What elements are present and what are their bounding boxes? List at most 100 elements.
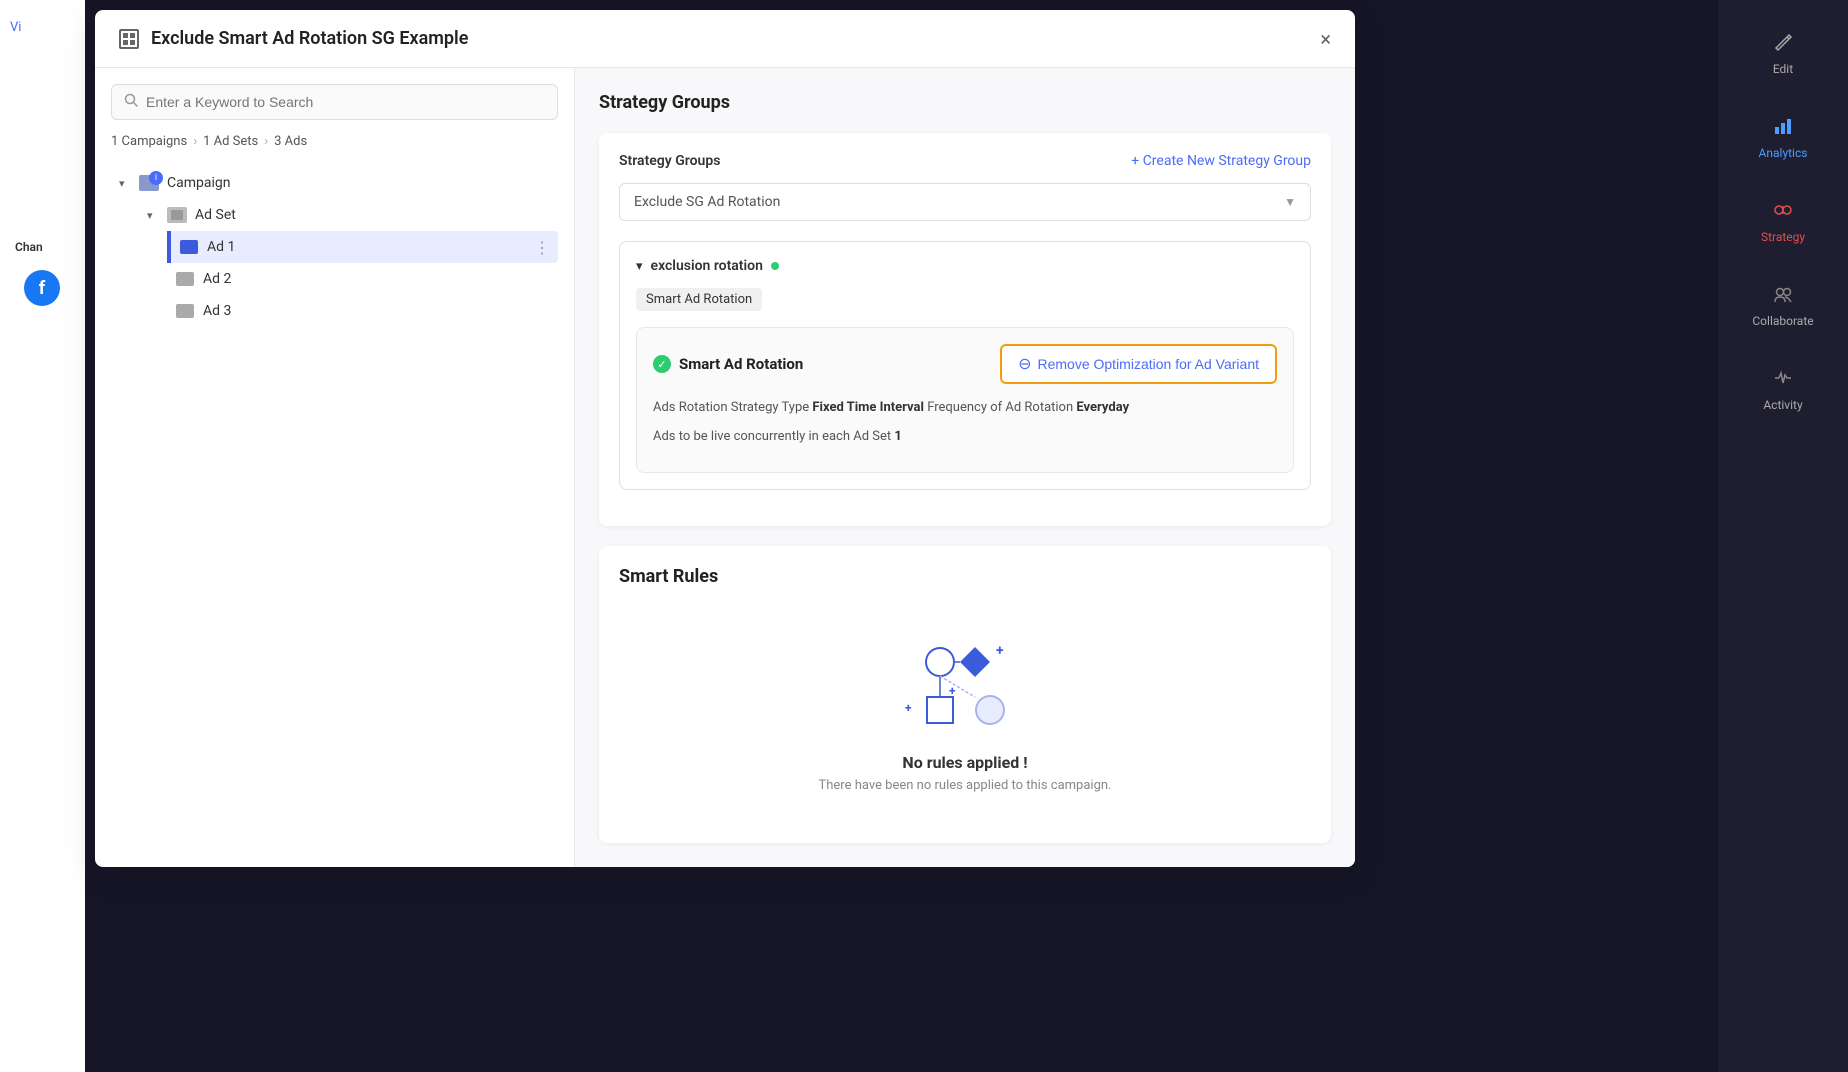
campaign-children: ▾ Ad Set bbox=[111, 199, 558, 327]
no-rules-area: + + + No rul bbox=[619, 607, 1311, 823]
right-sidebar: Edit Analytics Strategy bbox=[1718, 0, 1848, 1072]
ad1-label: Ad 1 bbox=[207, 239, 526, 255]
strategy-type-value: Fixed Time Interval bbox=[812, 400, 924, 415]
modal-container: Exclude Smart Ad Rotation SG Example × bbox=[95, 10, 1355, 867]
svg-text:+: + bbox=[905, 701, 912, 715]
strategy-label: Strategy bbox=[1761, 230, 1805, 244]
green-check-icon: ✓ bbox=[653, 355, 671, 373]
chevron-down-icon: ▼ bbox=[1284, 195, 1296, 209]
no-rules-sub: There have been no rules applied to this… bbox=[819, 778, 1112, 793]
remove-btn-label: Remove Optimization for Ad Variant bbox=[1037, 356, 1259, 372]
concurrent-value: 1 bbox=[894, 429, 901, 444]
content-panel: Strategy Groups Strategy Groups + Create… bbox=[575, 68, 1355, 867]
ad1-icon bbox=[179, 237, 199, 257]
selected-bar bbox=[167, 231, 171, 263]
breadcrumb-campaigns: 1 Campaigns bbox=[111, 134, 187, 149]
svg-text:+: + bbox=[996, 643, 1004, 659]
strategy-icon bbox=[1769, 196, 1797, 224]
breadcrumb-ads: 3 Ads bbox=[274, 134, 307, 149]
tag-chip: Smart Ad Rotation bbox=[636, 288, 762, 311]
strategy-type-row: Ads Rotation Strategy Type Fixed Time In… bbox=[653, 398, 1277, 419]
campaign-label: Campaign bbox=[167, 175, 550, 191]
search-box[interactable] bbox=[111, 84, 558, 120]
adset-arrow: ▾ bbox=[147, 209, 159, 222]
minus-circle-icon: ⊖ bbox=[1018, 354, 1031, 374]
modal-overlay: Exclude Smart Ad Rotation SG Example × bbox=[85, 0, 1848, 1072]
search-input[interactable] bbox=[146, 94, 545, 110]
frequency-label: Frequency of Ad Rotation bbox=[927, 400, 1073, 415]
exclusion-chevron: ▾ bbox=[636, 259, 643, 274]
close-button[interactable]: × bbox=[1320, 29, 1331, 49]
sidebar-item-activity[interactable]: Activity bbox=[1718, 346, 1848, 430]
collaborate-icon bbox=[1769, 280, 1797, 308]
left-panel-bg: Vi Chan f bbox=[0, 0, 85, 1072]
sar-details: Ads Rotation Strategy Type Fixed Time In… bbox=[653, 398, 1277, 448]
sar-title: Smart Ad Rotation bbox=[679, 355, 803, 373]
concurrent-row: Ads to be live concurrently in each Ad S… bbox=[653, 427, 1277, 448]
green-status-dot bbox=[771, 262, 779, 270]
sidebar-item-analytics[interactable]: Analytics bbox=[1718, 94, 1848, 178]
create-new-link[interactable]: + Create New Strategy Group bbox=[1131, 153, 1311, 169]
adset-row[interactable]: ▾ Ad Set bbox=[139, 199, 558, 231]
ad3-row[interactable]: Ad 3 bbox=[167, 295, 558, 327]
campaign-row[interactable]: ▾ i Campaign bbox=[111, 167, 558, 199]
adset-node: ▾ Ad Set bbox=[139, 199, 558, 327]
campaign-arrow: ▾ bbox=[119, 177, 131, 190]
edit-label: Edit bbox=[1773, 62, 1793, 76]
sidebar-item-collaborate[interactable]: Collaborate bbox=[1718, 262, 1848, 346]
adset-label: Ad Set bbox=[195, 207, 550, 223]
collaborate-label: Collaborate bbox=[1752, 314, 1813, 328]
campaign-node: ▾ i Campaign ▾ bbox=[111, 167, 558, 327]
exclusion-header: ▾ exclusion rotation bbox=[636, 258, 1294, 274]
ad3-label: Ad 3 bbox=[203, 303, 550, 319]
breadcrumb: 1 Campaigns › 1 Ad Sets › 3 Ads bbox=[111, 134, 558, 149]
search-icon bbox=[124, 93, 138, 111]
adset-icon bbox=[167, 205, 187, 225]
activity-icon bbox=[1769, 364, 1797, 392]
vi-text: Vi bbox=[0, 0, 85, 55]
sg-dropdown[interactable]: Exclude SG Ad Rotation ▼ bbox=[619, 183, 1311, 221]
modal-header: Exclude Smart Ad Rotation SG Example × bbox=[95, 10, 1355, 68]
no-rules-illustration: + + + bbox=[905, 637, 1025, 737]
chan-text: Chan bbox=[15, 240, 43, 254]
smart-rules-title: Smart Rules bbox=[619, 566, 1311, 587]
sg-header: Strategy Groups + Create New Strategy Gr… bbox=[619, 153, 1311, 169]
exclusion-title: exclusion rotation bbox=[651, 258, 763, 274]
smart-ad-rotation-card: ✓ Smart Ad Rotation ⊖ Remove Optimizatio… bbox=[636, 327, 1294, 473]
breadcrumb-adsets: 1 Ad Sets bbox=[203, 134, 258, 149]
modal-title: Exclude Smart Ad Rotation SG Example bbox=[151, 28, 1308, 49]
modal-body: 1 Campaigns › 1 Ad Sets › 3 Ads ▾ i bbox=[95, 68, 1355, 867]
sidebar-item-strategy[interactable]: Strategy bbox=[1718, 178, 1848, 262]
sg-label: Strategy Groups bbox=[619, 153, 720, 169]
frequency-value: Everyday bbox=[1076, 400, 1129, 415]
sar-title-area: ✓ Smart Ad Rotation bbox=[653, 355, 803, 373]
strategy-type-label: Ads Rotation Strategy Type bbox=[653, 400, 809, 415]
smart-rules-section: Smart Rules + bbox=[599, 546, 1331, 843]
no-rules-title: No rules applied ! bbox=[902, 753, 1027, 772]
strategy-groups-section: Strategy Groups + Create New Strategy Gr… bbox=[599, 133, 1331, 526]
edit-icon bbox=[1769, 28, 1797, 56]
ad3-icon bbox=[175, 301, 195, 321]
ad1-menu[interactable]: ⋮ bbox=[534, 238, 550, 257]
sg-dropdown-value: Exclude SG Ad Rotation bbox=[634, 194, 780, 210]
sidebar-item-edit[interactable]: Edit bbox=[1718, 10, 1848, 94]
ad1-row[interactable]: Ad 1 ⋮ bbox=[167, 231, 558, 263]
exclusion-section: ▾ exclusion rotation Smart Ad Rotation ✓ bbox=[619, 241, 1311, 490]
svg-text:+: + bbox=[949, 684, 956, 698]
sar-header: ✓ Smart Ad Rotation ⊖ Remove Optimizatio… bbox=[653, 344, 1277, 384]
ad2-label: Ad 2 bbox=[203, 271, 550, 287]
breadcrumb-sep1: › bbox=[193, 134, 197, 149]
breadcrumb-sep2: › bbox=[264, 134, 268, 149]
adset-children: Ad 1 ⋮ Ad 2 bbox=[139, 231, 558, 327]
ad2-row[interactable]: Ad 2 bbox=[167, 263, 558, 295]
analytics-icon bbox=[1769, 112, 1797, 140]
smart-ad-rotation-tag: Smart Ad Rotation bbox=[636, 288, 1294, 311]
activity-label: Activity bbox=[1763, 398, 1802, 412]
ad2-icon bbox=[175, 269, 195, 289]
tree-panel: 1 Campaigns › 1 Ad Sets › 3 Ads ▾ i bbox=[95, 68, 575, 867]
analytics-label: Analytics bbox=[1759, 146, 1808, 160]
concurrent-label: Ads to be live concurrently in each Ad S… bbox=[653, 429, 891, 444]
remove-optimization-button[interactable]: ⊖ Remove Optimization for Ad Variant bbox=[1000, 344, 1277, 384]
ad1-container: Ad 1 ⋮ bbox=[167, 231, 558, 263]
strategy-groups-title: Strategy Groups bbox=[599, 92, 1331, 113]
